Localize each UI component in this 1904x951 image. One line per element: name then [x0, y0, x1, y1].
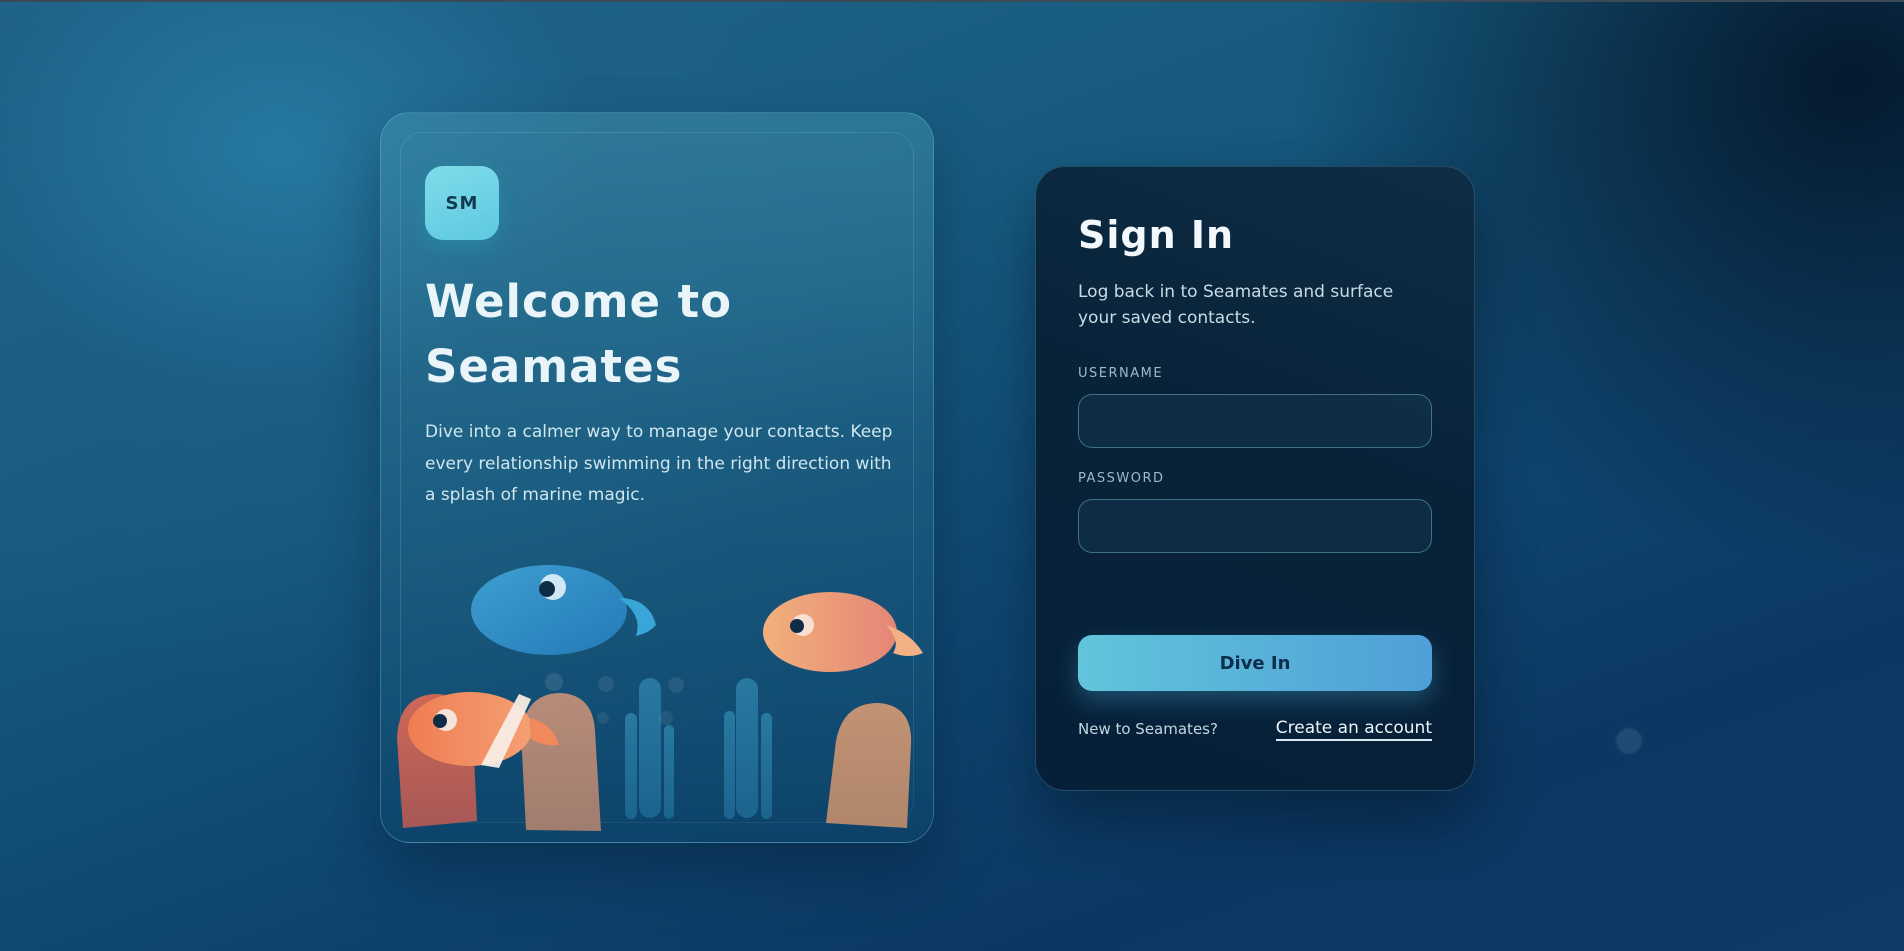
create-account-link[interactable]: Create an account: [1275, 718, 1432, 741]
blue-fish: [471, 565, 656, 655]
rock-peach: [521, 693, 601, 831]
particle: [659, 711, 673, 725]
password-label: PASSWORD: [1078, 471, 1165, 486]
particle: [668, 677, 684, 693]
username-label: USERNAME: [1078, 366, 1164, 381]
signin-card: Sign In Log back in to Seamates and surf…: [1035, 166, 1475, 791]
particle: [598, 676, 614, 692]
particle: [597, 712, 609, 724]
signup-prompt: New to Seamates?: [1078, 720, 1218, 738]
welcome-title: Welcome to Seamates: [425, 275, 733, 393]
particle: [545, 673, 563, 691]
signin-title: Sign In: [1078, 213, 1235, 257]
dive-in-button[interactable]: Dive In: [1078, 635, 1432, 691]
welcome-card: SM Welcome to Seamates Dive into a calme…: [380, 112, 934, 843]
username-input[interactable]: [1078, 394, 1432, 448]
window-top-edge: [0, 0, 1904, 2]
signin-subtitle: Log back in to Seamates and surface your…: [1078, 282, 1394, 328]
background-bubble: [1616, 728, 1642, 754]
welcome-description: Dive into a calmer way to manage your co…: [425, 422, 893, 505]
peach-fish: [763, 592, 923, 672]
password-input[interactable]: [1078, 499, 1432, 553]
aquarium-fish-illustration: [381, 565, 933, 842]
logo-badge: SM: [425, 166, 499, 240]
